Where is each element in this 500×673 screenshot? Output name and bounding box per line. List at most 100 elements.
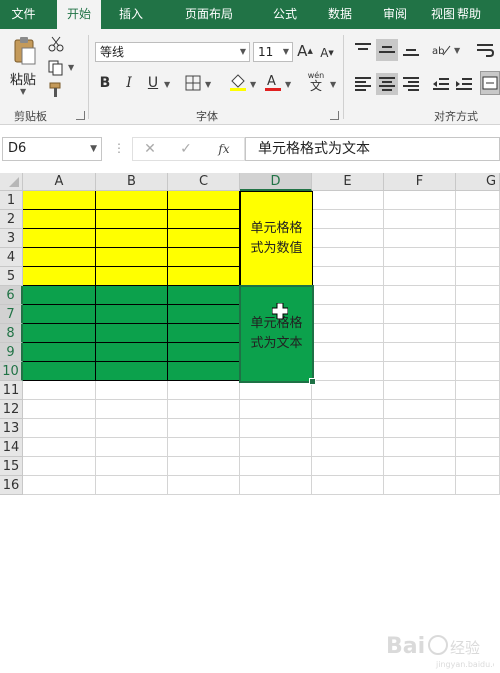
- drag-handle-icon[interactable]: ⋮: [113, 141, 125, 155]
- selection-box[interactable]: [239, 285, 316, 385]
- cell-b7[interactable]: [96, 305, 168, 324]
- cell-f15[interactable]: [384, 457, 456, 476]
- row-header-3[interactable]: 3: [0, 229, 23, 248]
- cell-a14[interactable]: [23, 438, 96, 457]
- cell-c15[interactable]: [168, 457, 240, 476]
- clipboard-launcher-icon[interactable]: [76, 111, 85, 120]
- tab-home[interactable]: 开始: [57, 0, 101, 29]
- align-bottom-icon[interactable]: [400, 39, 422, 61]
- cell-e10[interactable]: [312, 362, 384, 381]
- cell-d13[interactable]: [240, 419, 312, 438]
- cell-b5[interactable]: [96, 267, 168, 286]
- cell-a9[interactable]: [23, 343, 96, 362]
- row-header-7[interactable]: 7: [0, 305, 23, 324]
- paste-icon[interactable]: [10, 35, 40, 67]
- cell-f2[interactable]: [384, 210, 456, 229]
- cut-icon[interactable]: [46, 35, 66, 53]
- cell-g5[interactable]: [456, 267, 500, 286]
- cell-e12[interactable]: [312, 400, 384, 419]
- cell-c10[interactable]: [168, 362, 240, 381]
- cell-c14[interactable]: [168, 438, 240, 457]
- font-size-combo[interactable]: 11 ▼: [253, 42, 293, 62]
- cancel-icon[interactable]: ✕: [141, 140, 159, 158]
- cell-b12[interactable]: [96, 400, 168, 419]
- cell-c4[interactable]: [168, 248, 240, 267]
- row-header-4[interactable]: 4: [0, 248, 23, 267]
- column-header-a[interactable]: A: [23, 173, 96, 191]
- column-header-g[interactable]: G: [456, 173, 500, 191]
- cell-c3[interactable]: [168, 229, 240, 248]
- row-header-12[interactable]: 12: [0, 400, 23, 419]
- cell-e8[interactable]: [312, 324, 384, 343]
- cell-f9[interactable]: [384, 343, 456, 362]
- cell-f6[interactable]: [384, 286, 456, 305]
- font-color-dropdown-icon[interactable]: ▼: [285, 80, 291, 89]
- row-header-6[interactable]: 6: [0, 286, 23, 305]
- row-header-11[interactable]: 11: [0, 381, 23, 400]
- grow-font-icon[interactable]: A ▲: [297, 41, 313, 61]
- cell-d16[interactable]: [240, 476, 312, 495]
- cell-g11[interactable]: [456, 381, 500, 400]
- fill-color-dropdown-icon[interactable]: ▼: [250, 80, 256, 89]
- cell-f8[interactable]: [384, 324, 456, 343]
- cell-c8[interactable]: [168, 324, 240, 343]
- row-header-14[interactable]: 14: [0, 438, 23, 457]
- orientation-dropdown-icon[interactable]: ▼: [454, 46, 460, 55]
- chevron-down-icon[interactable]: ▼: [283, 43, 289, 61]
- tab-data[interactable]: 数据: [318, 0, 362, 29]
- cell-f12[interactable]: [384, 400, 456, 419]
- cell-f5[interactable]: [384, 267, 456, 286]
- cell-a3[interactable]: [23, 229, 96, 248]
- cell-a13[interactable]: [23, 419, 96, 438]
- row-header-13[interactable]: 13: [0, 419, 23, 438]
- cell-b16[interactable]: [96, 476, 168, 495]
- cell-b6[interactable]: [96, 286, 168, 305]
- cell-f16[interactable]: [384, 476, 456, 495]
- row-header-2[interactable]: 2: [0, 210, 23, 229]
- align-center-icon[interactable]: [376, 73, 398, 95]
- paste-dropdown-icon[interactable]: ▼: [20, 87, 26, 96]
- cell-g9[interactable]: [456, 343, 500, 362]
- merged-cell-d1-d5[interactable]: 单元格格式为数值: [240, 191, 313, 287]
- cell-g8[interactable]: [456, 324, 500, 343]
- cell-f10[interactable]: [384, 362, 456, 381]
- tab-insert[interactable]: 插入: [110, 0, 152, 29]
- cell-f13[interactable]: [384, 419, 456, 438]
- cell-g10[interactable]: [456, 362, 500, 381]
- cell-g16[interactable]: [456, 476, 500, 495]
- chevron-down-icon[interactable]: ▼: [90, 138, 97, 160]
- cell-g3[interactable]: [456, 229, 500, 248]
- cell-e9[interactable]: [312, 343, 384, 362]
- cell-a4[interactable]: [23, 248, 96, 267]
- cell-b15[interactable]: [96, 457, 168, 476]
- cell-c6[interactable]: [168, 286, 240, 305]
- cell-d11[interactable]: [240, 381, 312, 400]
- font-name-combo[interactable]: 等线 ▼: [95, 42, 250, 62]
- cell-c9[interactable]: [168, 343, 240, 362]
- cell-c13[interactable]: [168, 419, 240, 438]
- tab-file[interactable]: 文件: [0, 0, 47, 29]
- borders-dropdown-icon[interactable]: ▼: [205, 80, 211, 89]
- row-header-9[interactable]: 9: [0, 343, 23, 362]
- chevron-down-icon[interactable]: ▼: [240, 43, 246, 61]
- tab-help[interactable]: 帮助: [443, 0, 495, 29]
- cell-b8[interactable]: [96, 324, 168, 343]
- cell-a10[interactable]: [23, 362, 96, 381]
- fill-color-icon[interactable]: [227, 71, 249, 93]
- underline-dropdown-icon[interactable]: ▼: [164, 80, 170, 89]
- cell-f3[interactable]: [384, 229, 456, 248]
- cell-c2[interactable]: [168, 210, 240, 229]
- cell-e5[interactable]: [312, 267, 384, 286]
- cell-b14[interactable]: [96, 438, 168, 457]
- font-launcher-icon[interactable]: [330, 111, 339, 120]
- cell-d14[interactable]: [240, 438, 312, 457]
- cell-a8[interactable]: [23, 324, 96, 343]
- paste-label[interactable]: 粘贴: [10, 69, 36, 88]
- cell-d15[interactable]: [240, 457, 312, 476]
- phonetic-dropdown-icon[interactable]: ▼: [330, 80, 336, 89]
- cell-g6[interactable]: [456, 286, 500, 305]
- cell-b13[interactable]: [96, 419, 168, 438]
- cell-a12[interactable]: [23, 400, 96, 419]
- cell-g13[interactable]: [456, 419, 500, 438]
- cell-f1[interactable]: [384, 191, 456, 210]
